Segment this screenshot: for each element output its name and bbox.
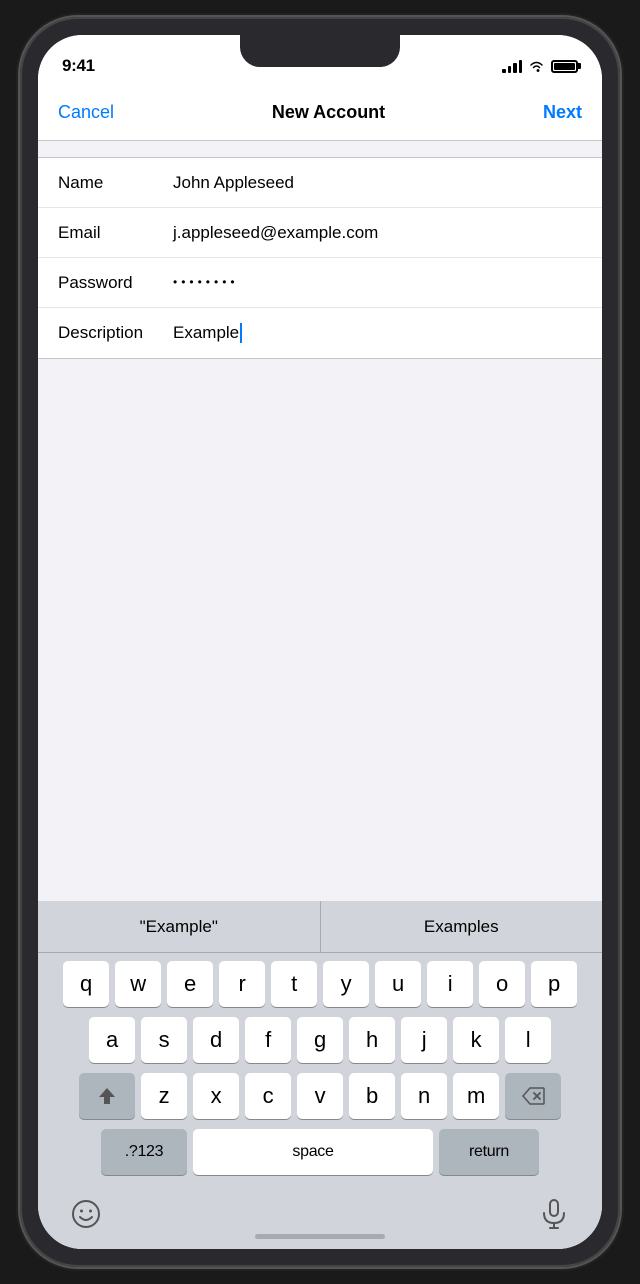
form-row-description[interactable]: Description Example bbox=[38, 308, 602, 358]
description-value[interactable]: Example bbox=[173, 323, 582, 344]
key-y[interactable]: y bbox=[323, 961, 369, 1007]
wifi-icon bbox=[528, 60, 545, 73]
name-value[interactable]: John Appleseed bbox=[173, 173, 582, 193]
key-e[interactable]: e bbox=[167, 961, 213, 1007]
name-label: Name bbox=[58, 173, 173, 193]
key-row-2: a s d f g h j k l bbox=[42, 1017, 598, 1063]
key-u[interactable]: u bbox=[375, 961, 421, 1007]
key-t[interactable]: t bbox=[271, 961, 317, 1007]
key-j[interactable]: j bbox=[401, 1017, 447, 1063]
status-time: 9:41 bbox=[62, 56, 95, 76]
space-key[interactable]: space bbox=[193, 1129, 433, 1175]
password-value[interactable]: •••••••• bbox=[173, 272, 582, 294]
key-q[interactable]: q bbox=[63, 961, 109, 1007]
key-c[interactable]: c bbox=[245, 1073, 291, 1119]
text-cursor bbox=[240, 323, 242, 343]
key-v[interactable]: v bbox=[297, 1073, 343, 1119]
form-section: Name John Appleseed Email j.appleseed@ex… bbox=[38, 157, 602, 359]
key-row-4: .?123 space return bbox=[42, 1129, 598, 1175]
email-label: Email bbox=[58, 223, 173, 243]
mic-button[interactable] bbox=[536, 1196, 572, 1232]
key-i[interactable]: i bbox=[427, 961, 473, 1007]
form-row-name[interactable]: Name John Appleseed bbox=[38, 158, 602, 208]
notch bbox=[240, 35, 400, 67]
key-n[interactable]: n bbox=[401, 1073, 447, 1119]
form-row-password[interactable]: Password •••••••• bbox=[38, 258, 602, 308]
shift-icon bbox=[96, 1085, 118, 1107]
keyboard-container: "Example" Examples q w e r t y u i o p bbox=[38, 901, 602, 1249]
key-row-3: z x c v b n m bbox=[42, 1073, 598, 1119]
next-button[interactable]: Next bbox=[543, 102, 582, 123]
return-key[interactable]: return bbox=[439, 1129, 539, 1175]
content-area: Name John Appleseed Email j.appleseed@ex… bbox=[38, 141, 602, 901]
key-a[interactable]: a bbox=[89, 1017, 135, 1063]
emoji-icon bbox=[71, 1199, 101, 1229]
keyboard-keys: q w e r t y u i o p a s d f g bbox=[38, 953, 602, 1189]
key-g[interactable]: g bbox=[297, 1017, 343, 1063]
key-m[interactable]: m bbox=[453, 1073, 499, 1119]
key-z[interactable]: z bbox=[141, 1073, 187, 1119]
mic-icon bbox=[541, 1199, 567, 1229]
key-p[interactable]: p bbox=[531, 961, 577, 1007]
cancel-button[interactable]: Cancel bbox=[58, 102, 114, 123]
key-k[interactable]: k bbox=[453, 1017, 499, 1063]
key-s[interactable]: s bbox=[141, 1017, 187, 1063]
form-row-email[interactable]: Email j.appleseed@example.com bbox=[38, 208, 602, 258]
numbers-key[interactable]: .?123 bbox=[101, 1129, 187, 1175]
battery-icon bbox=[551, 60, 578, 73]
emoji-button[interactable] bbox=[68, 1196, 104, 1232]
description-label: Description bbox=[58, 323, 173, 343]
password-label: Password bbox=[58, 273, 173, 293]
key-h[interactable]: h bbox=[349, 1017, 395, 1063]
key-f[interactable]: f bbox=[245, 1017, 291, 1063]
autocomplete-bar: "Example" Examples bbox=[38, 901, 602, 953]
home-indicator bbox=[255, 1234, 385, 1239]
autocomplete-item-0[interactable]: "Example" bbox=[38, 901, 321, 952]
email-value[interactable]: j.appleseed@example.com bbox=[173, 223, 582, 243]
autocomplete-item-1[interactable]: Examples bbox=[321, 901, 603, 952]
key-b[interactable]: b bbox=[349, 1073, 395, 1119]
key-w[interactable]: w bbox=[115, 961, 161, 1007]
status-icons bbox=[502, 60, 578, 73]
bottom-bar bbox=[38, 1189, 602, 1249]
spacer-area bbox=[38, 359, 602, 901]
delete-key[interactable] bbox=[505, 1073, 561, 1119]
key-r[interactable]: r bbox=[219, 961, 265, 1007]
nav-bar: Cancel New Account Next bbox=[38, 85, 602, 141]
shift-key[interactable] bbox=[79, 1073, 135, 1119]
key-x[interactable]: x bbox=[193, 1073, 239, 1119]
signal-icon bbox=[502, 60, 522, 73]
key-row-1: q w e r t y u i o p bbox=[42, 961, 598, 1007]
key-o[interactable]: o bbox=[479, 961, 525, 1007]
key-l[interactable]: l bbox=[505, 1017, 551, 1063]
nav-title: New Account bbox=[272, 102, 385, 123]
delete-icon bbox=[521, 1087, 545, 1105]
phone-frame: 9:41 bbox=[20, 17, 620, 1267]
phone-screen: 9:41 bbox=[38, 35, 602, 1249]
key-d[interactable]: d bbox=[193, 1017, 239, 1063]
